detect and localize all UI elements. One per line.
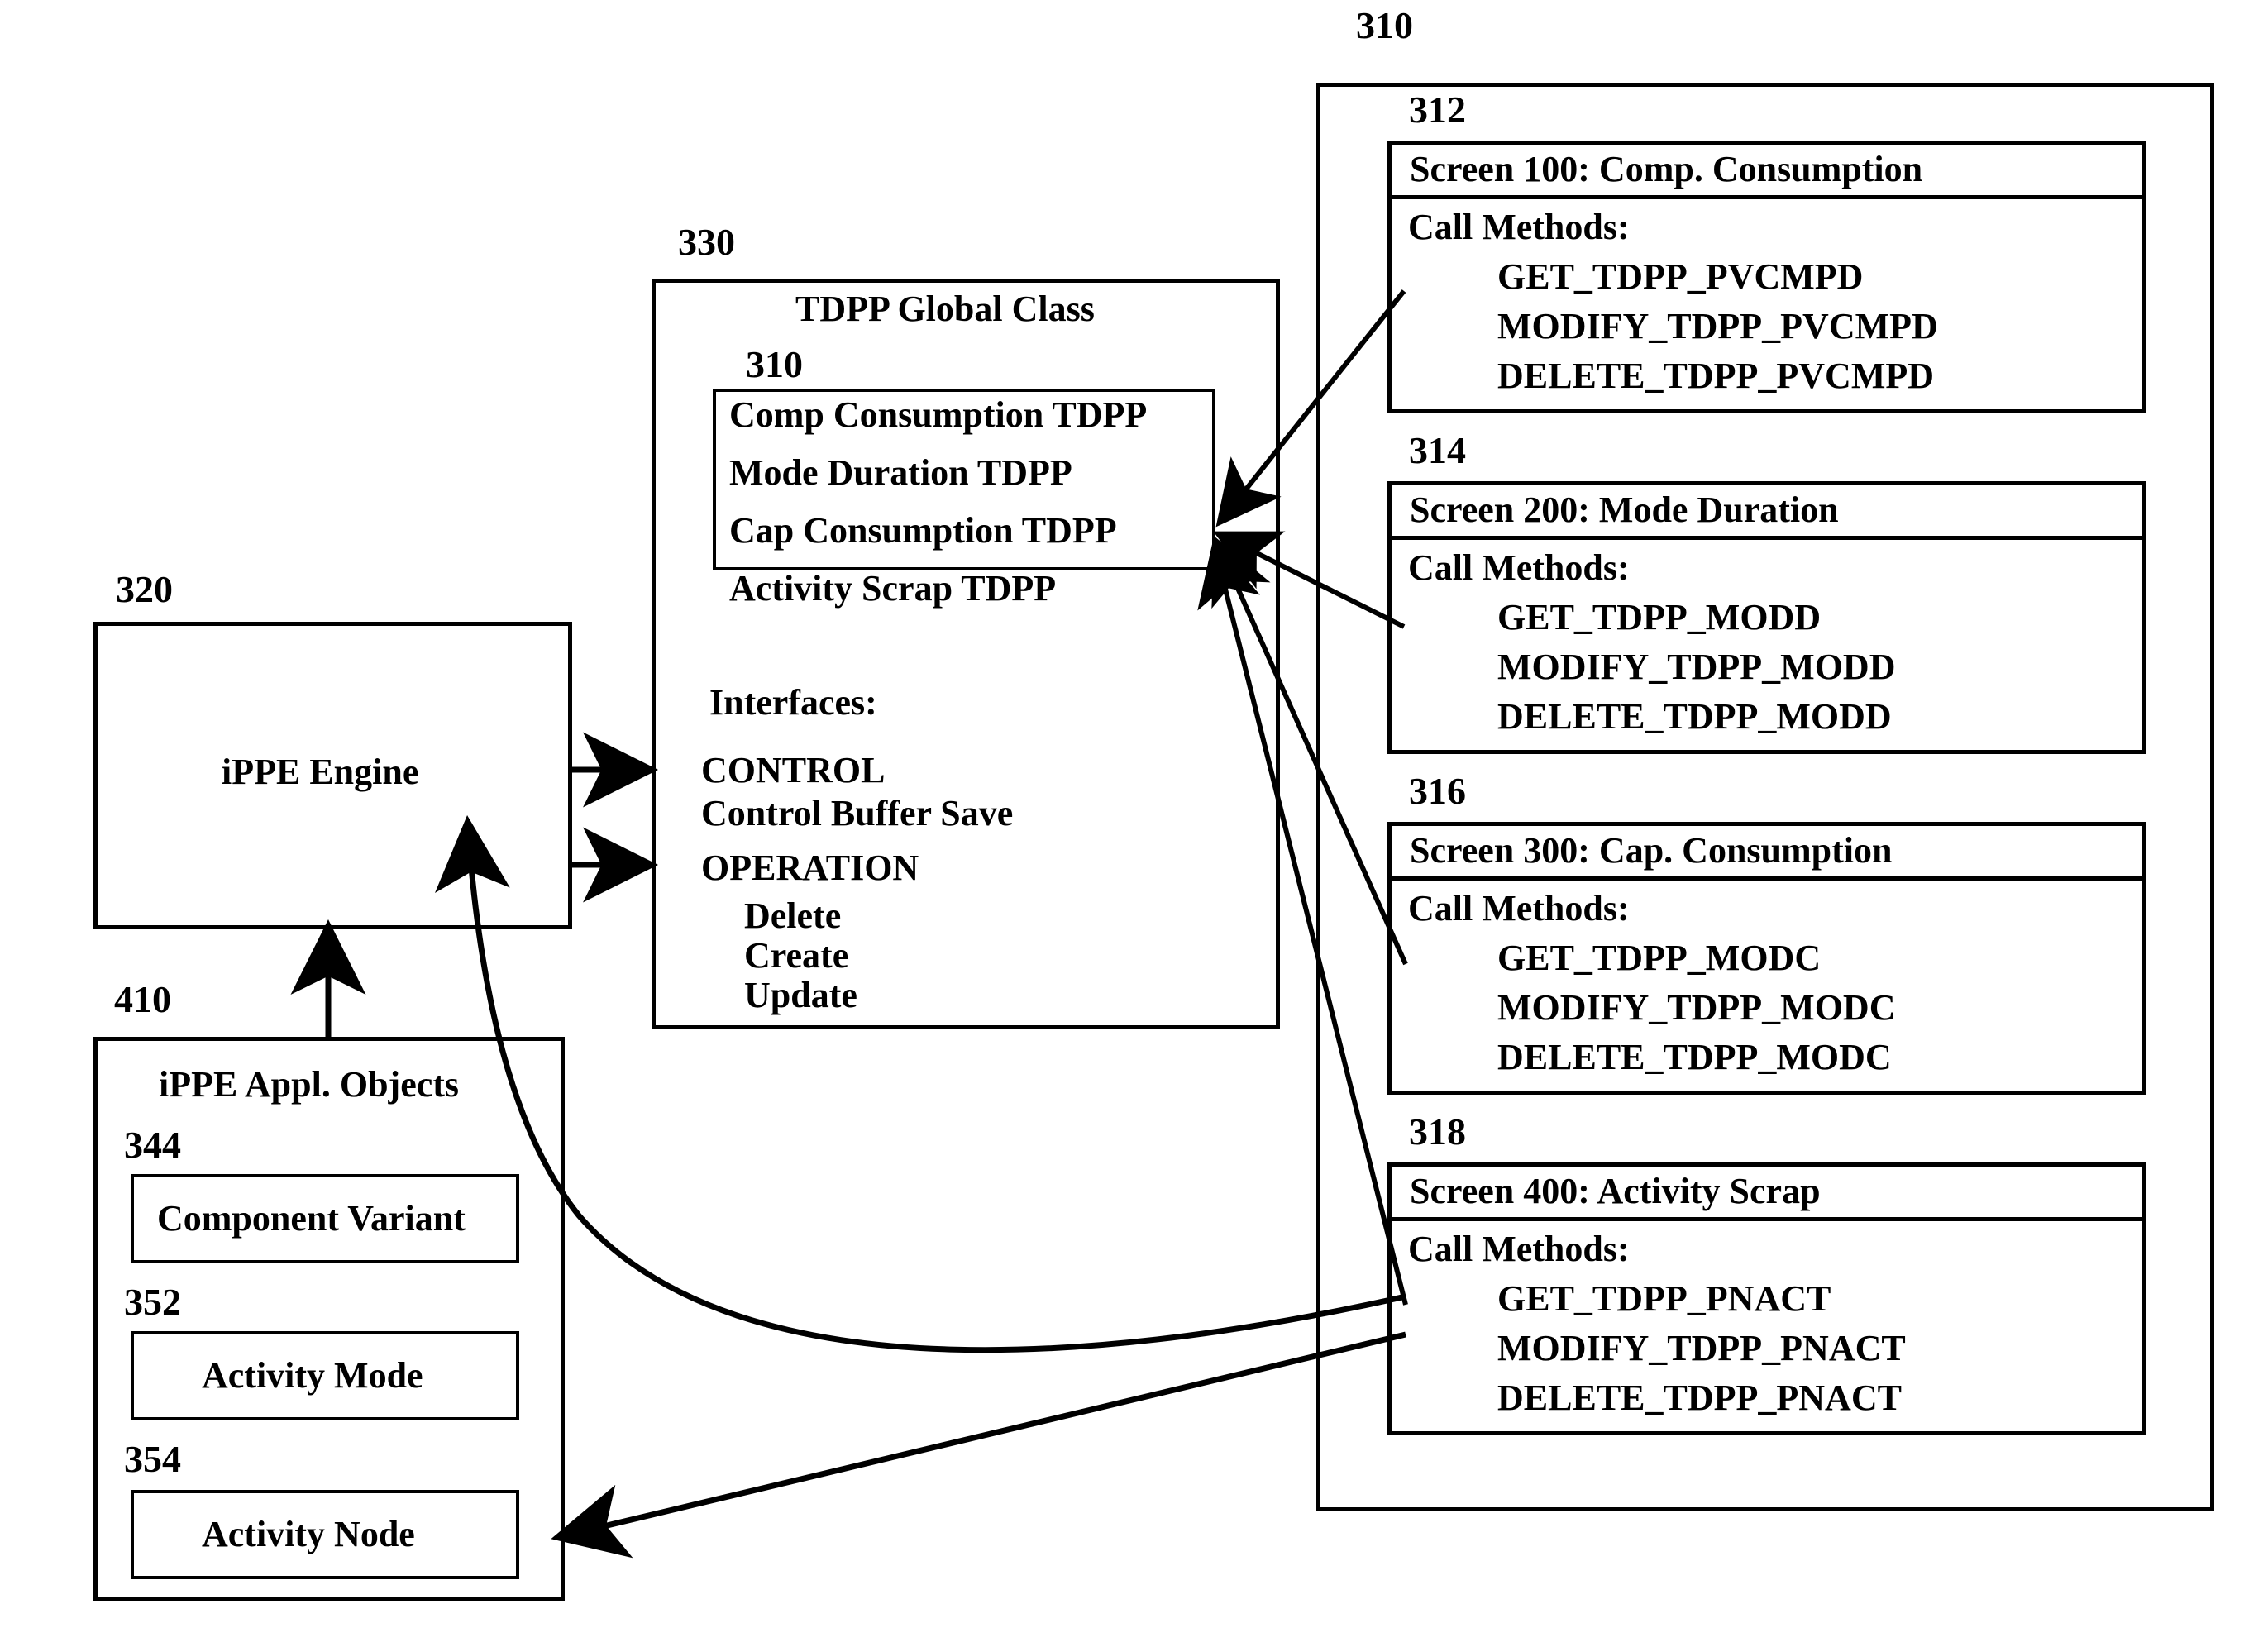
ref-label-318: 318 — [1409, 1110, 1466, 1153]
method-item: GET_TDPP_PVCMPD — [1497, 256, 1864, 297]
method-item: DELETE_TDPP_PNACT — [1497, 1377, 1902, 1418]
screen-316-method-list: GET_TDPP_MODC MODIFY_TDPP_MODC DELETE_TD… — [1497, 940, 1896, 1089]
tdpp-inner-item: Cap Consumption TDPP — [729, 510, 1117, 551]
method-item: MODIFY_TDPP_MODC — [1497, 987, 1896, 1028]
operation-item-create: Create — [744, 935, 849, 976]
method-item: DELETE_TDPP_MODD — [1497, 696, 1892, 737]
ref-label-316: 316 — [1409, 770, 1466, 812]
patent-diagram: 310 312 Screen 100: Comp. Consumption Ca… — [0, 0, 2268, 1647]
tdpp-inner-item: Activity Scrap TDPP — [729, 568, 1057, 609]
ref-label-330: 330 — [678, 221, 735, 263]
method-item: DELETE_TDPP_PVCMPD — [1497, 356, 1934, 396]
screen-314-body: Call Methods: GET_TDPP_MODD MODIFY_TDPP_… — [1392, 540, 2142, 750]
screen-312-title: Screen 100: Comp. Consumption — [1410, 149, 1923, 189]
screen-312-body: Call Methods: GET_TDPP_PVCMPD MODIFY_TDP… — [1392, 199, 2142, 409]
method-item: GET_TDPP_PNACT — [1497, 1278, 1831, 1319]
ref-label-354: 354 — [124, 1438, 181, 1480]
tdpp-global-class-title: TDPP Global Class — [795, 289, 1095, 329]
control-buffer-save-item: Control Buffer Save — [701, 793, 1014, 833]
tdpp-inner-item-list: Comp Consumption TDPP Mode Duration TDPP… — [729, 397, 1147, 628]
component-variant-label: Component Variant — [157, 1198, 466, 1239]
activity-node-label: Activity Node — [202, 1514, 415, 1554]
screen-314-header: Screen 200: Mode Duration — [1392, 485, 2142, 540]
method-item: DELETE_TDPP_MODC — [1497, 1037, 1892, 1077]
tdpp-inner-item: Comp Consumption TDPP — [729, 394, 1148, 435]
screen-316-header: Screen 300: Cap. Consumption — [1392, 826, 2142, 881]
method-item: MODIFY_TDPP_PNACT — [1497, 1328, 1906, 1368]
screen-312-call-methods-label: Call Methods: — [1408, 207, 1630, 247]
ref-label-344: 344 — [124, 1124, 181, 1166]
screen-314-method-list: GET_TDPP_MODD MODIFY_TDPP_MODD DELETE_TD… — [1497, 599, 1896, 748]
ref-label-312: 312 — [1409, 88, 1466, 131]
screen-316-body: Call Methods: GET_TDPP_MODC MODIFY_TDPP_… — [1392, 881, 2142, 1091]
ref-label-314: 314 — [1409, 429, 1466, 471]
operation-item-update: Update — [744, 975, 857, 1015]
arrow-screen318-to-activity-node — [551, 1331, 1406, 1559]
screen-318-title: Screen 400: Activity Scrap — [1410, 1171, 1821, 1211]
ref-label-410: 410 — [114, 978, 171, 1020]
screen-card-312[interactable]: Screen 100: Comp. Consumption Call Metho… — [1387, 141, 2146, 413]
operation-interface-label: OPERATION — [701, 847, 919, 888]
interfaces-label: Interfaces: — [709, 682, 877, 723]
screen-314-call-methods-label: Call Methods: — [1408, 547, 1630, 588]
tdpp-inner-item: Mode Duration TDPP — [729, 452, 1072, 493]
screen-312-header: Screen 100: Comp. Consumption — [1392, 145, 2142, 199]
ref-label-352: 352 — [124, 1281, 181, 1323]
screen-316-call-methods-label: Call Methods: — [1408, 888, 1630, 929]
screen-card-314[interactable]: Screen 200: Mode Duration Call Methods: … — [1387, 481, 2146, 754]
screen-316-title: Screen 300: Cap. Consumption — [1410, 830, 1893, 871]
ref-label-310-outer: 310 — [1356, 4, 1413, 46]
method-item: MODIFY_TDPP_PVCMPD — [1497, 306, 1938, 346]
method-item: MODIFY_TDPP_MODD — [1497, 647, 1896, 687]
screen-card-318[interactable]: Screen 400: Activity Scrap Call Methods:… — [1387, 1162, 2146, 1435]
operation-item-delete: Delete — [744, 895, 842, 936]
screen-318-body: Call Methods: GET_TDPP_PNACT MODIFY_TDPP… — [1392, 1221, 2142, 1431]
activity-mode-label: Activity Mode — [202, 1355, 423, 1396]
ippe-appl-objects-title: iPPE Appl. Objects — [159, 1064, 460, 1105]
ref-label-320: 320 — [116, 568, 173, 610]
control-interface-label: CONTROL — [701, 750, 886, 790]
screen-card-316[interactable]: Screen 300: Cap. Consumption Call Method… — [1387, 822, 2146, 1095]
screen-318-call-methods-label: Call Methods: — [1408, 1229, 1630, 1269]
screen-318-header: Screen 400: Activity Scrap — [1392, 1167, 2142, 1221]
screen-314-title: Screen 200: Mode Duration — [1410, 489, 1839, 530]
method-item: GET_TDPP_MODD — [1497, 597, 1822, 637]
method-item: GET_TDPP_MODC — [1497, 938, 1822, 978]
screen-318-method-list: GET_TDPP_PNACT MODIFY_TDPP_PNACT DELETE_… — [1497, 1281, 1906, 1430]
ref-label-310-inner: 310 — [746, 343, 803, 385]
screen-312-method-list: GET_TDPP_PVCMPD MODIFY_TDPP_PVCMPD DELET… — [1497, 259, 1938, 408]
ippe-engine-title: iPPE Engine — [222, 752, 419, 792]
